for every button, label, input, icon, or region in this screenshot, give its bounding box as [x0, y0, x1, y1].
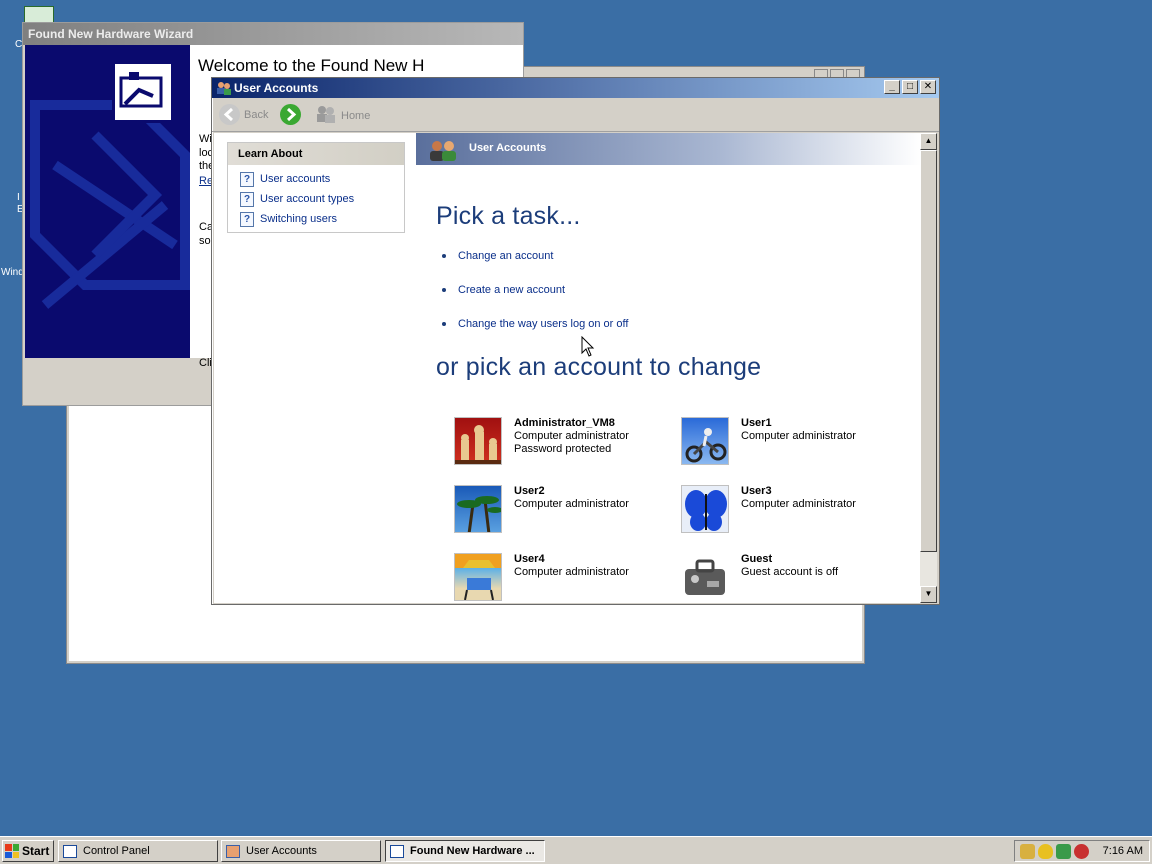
hardware-tray-icon[interactable] — [1020, 843, 1035, 859]
user-accounts-window[interactable]: User Accounts _ □ ✕ Back Home Learn Abou… — [211, 77, 940, 605]
back-arrow-icon — [219, 104, 240, 125]
help-icon: ? — [240, 211, 254, 227]
mouse-cursor-icon — [581, 336, 595, 357]
banner-title: User Accounts — [469, 142, 547, 154]
learn-about-heading: Learn About — [228, 143, 404, 165]
account-user2[interactable]: User2 Computer administrator — [454, 485, 629, 533]
learn-link-account-types[interactable]: ? User account types — [228, 189, 404, 209]
learn-link-label[interactable]: User account types — [260, 193, 354, 205]
clock[interactable]: 7:16 AM — [1103, 845, 1143, 857]
learn-about-panel: Learn About ? User accounts ? User accou… — [227, 142, 405, 233]
task-change-account[interactable]: Change an account — [442, 250, 553, 262]
account-type: Computer administrator — [514, 566, 629, 578]
taskbar-button-label: Found New Hardware ... — [410, 845, 535, 857]
system-tray: 7:16 AM — [1014, 840, 1150, 862]
help-icon: ? — [240, 191, 254, 207]
user-accounts-titlebar[interactable]: User Accounts _ □ ✕ — [212, 78, 939, 98]
start-label: Start — [22, 844, 50, 858]
close-button[interactable]: ✕ — [920, 80, 936, 94]
wizard-side-banner — [25, 45, 190, 358]
learn-link-user-accounts[interactable]: ? User accounts — [228, 169, 404, 189]
bullet-icon — [442, 288, 446, 292]
user-accounts-icon — [226, 844, 240, 858]
account-name[interactable]: Administrator_VM8 — [514, 417, 629, 430]
wizard-window-icon — [390, 844, 404, 858]
vertical-scrollbar[interactable]: ▲ ▼ — [920, 133, 937, 603]
butterfly-avatar-icon — [681, 485, 729, 533]
taskbar: Start Control Panel User Accounts Found … — [0, 836, 1152, 864]
scroll-down-button[interactable]: ▼ — [920, 586, 937, 603]
desktop-icon-label[interactable]: I — [17, 192, 20, 203]
learn-link-label[interactable]: User accounts — [260, 173, 330, 185]
task-change-logon[interactable]: Change the way users log on or off — [442, 318, 628, 330]
content-area: Learn About ? User accounts ? User accou… — [214, 133, 921, 603]
home-label: Home — [341, 109, 371, 122]
user-accounts-icon — [217, 82, 231, 95]
account-name[interactable]: User4 — [514, 553, 629, 566]
wizard-heading: Welcome to the Found New H — [198, 56, 425, 75]
windows-flag-icon — [5, 844, 19, 858]
learn-link-label[interactable]: Switching users — [260, 213, 337, 225]
account-type: Computer administrator — [514, 430, 629, 442]
window-title: User Accounts — [234, 81, 319, 95]
security-shield-icon[interactable] — [1038, 843, 1053, 859]
maximize-button[interactable]: □ — [902, 80, 918, 94]
bullet-icon — [442, 254, 446, 258]
start-button[interactable]: Start — [2, 840, 54, 862]
task-create-account[interactable]: Create a new account — [442, 284, 565, 296]
account-name[interactable]: User2 — [514, 485, 629, 498]
dirt-bike-avatar-icon — [681, 417, 729, 465]
desktop-icon-label[interactable]: Wind — [1, 267, 24, 278]
help-icon: ? — [240, 171, 254, 187]
account-type: Computer administrator — [741, 430, 856, 442]
account-guest[interactable]: Guest Guest account is off — [681, 553, 838, 601]
task-link[interactable]: Create a new account — [458, 284, 565, 296]
taskbar-control-panel[interactable]: Control Panel — [58, 840, 218, 862]
back-label: Back — [244, 108, 269, 121]
scroll-up-button[interactable]: ▲ — [920, 133, 937, 150]
account-status: Password protected — [514, 443, 612, 455]
chess-avatar-icon — [454, 417, 502, 465]
users-icon — [430, 141, 456, 161]
account-name[interactable]: User1 — [741, 417, 856, 430]
account-administrator[interactable]: Administrator_VM8 Computer administrator… — [454, 417, 629, 465]
bullet-icon — [442, 322, 446, 326]
wizard-title[interactable]: Found New Hardware Wizard — [23, 23, 523, 45]
alert-shield-icon[interactable] — [1074, 843, 1089, 859]
account-user1[interactable]: User1 Computer administrator — [681, 417, 856, 465]
wizard-text: Wi — [199, 133, 212, 145]
account-type: Guest account is off — [741, 566, 839, 578]
account-type: Computer administrator — [741, 498, 856, 510]
account-user3[interactable]: User3 Computer administrator — [681, 485, 856, 533]
account-name[interactable]: User3 — [741, 485, 856, 498]
scroll-thumb[interactable] — [920, 150, 937, 552]
home-icon — [315, 104, 337, 127]
account-user4[interactable]: User4 Computer administrator — [454, 553, 629, 601]
forward-arrow-icon — [280, 104, 301, 125]
network-icon[interactable] — [1056, 843, 1071, 859]
beach-chair-avatar-icon — [454, 553, 502, 601]
learn-link-switching-users[interactable]: ? Switching users — [228, 209, 404, 229]
pick-account-heading: or pick an account to change — [436, 353, 762, 381]
navigation-toolbar: Back Home — [212, 98, 939, 132]
back-button[interactable]: Back — [219, 104, 268, 125]
account-name[interactable]: Guest — [741, 553, 838, 566]
taskbar-found-new-hardware[interactable]: Found New Hardware ... — [385, 840, 545, 862]
taskbar-button-label: Control Panel — [83, 845, 150, 857]
minimize-button[interactable]: _ — [884, 80, 900, 94]
forward-button[interactable] — [280, 104, 301, 125]
account-type: Computer administrator — [514, 498, 629, 510]
taskbar-user-accounts[interactable]: User Accounts — [221, 840, 381, 862]
wizard-text: Cli — [199, 357, 212, 369]
taskbar-button-label: User Accounts — [246, 845, 317, 857]
home-button[interactable]: Home — [315, 104, 370, 127]
palm-trees-avatar-icon — [454, 485, 502, 533]
section-banner: User Accounts — [416, 133, 921, 165]
task-link[interactable]: Change the way users log on or off — [458, 318, 628, 330]
hardware-icon — [112, 61, 174, 123]
task-link[interactable]: Change an account — [458, 250, 553, 262]
pick-task-heading: Pick a task... — [436, 202, 581, 230]
control-panel-icon — [63, 844, 77, 858]
suitcase-avatar-icon — [681, 553, 729, 601]
